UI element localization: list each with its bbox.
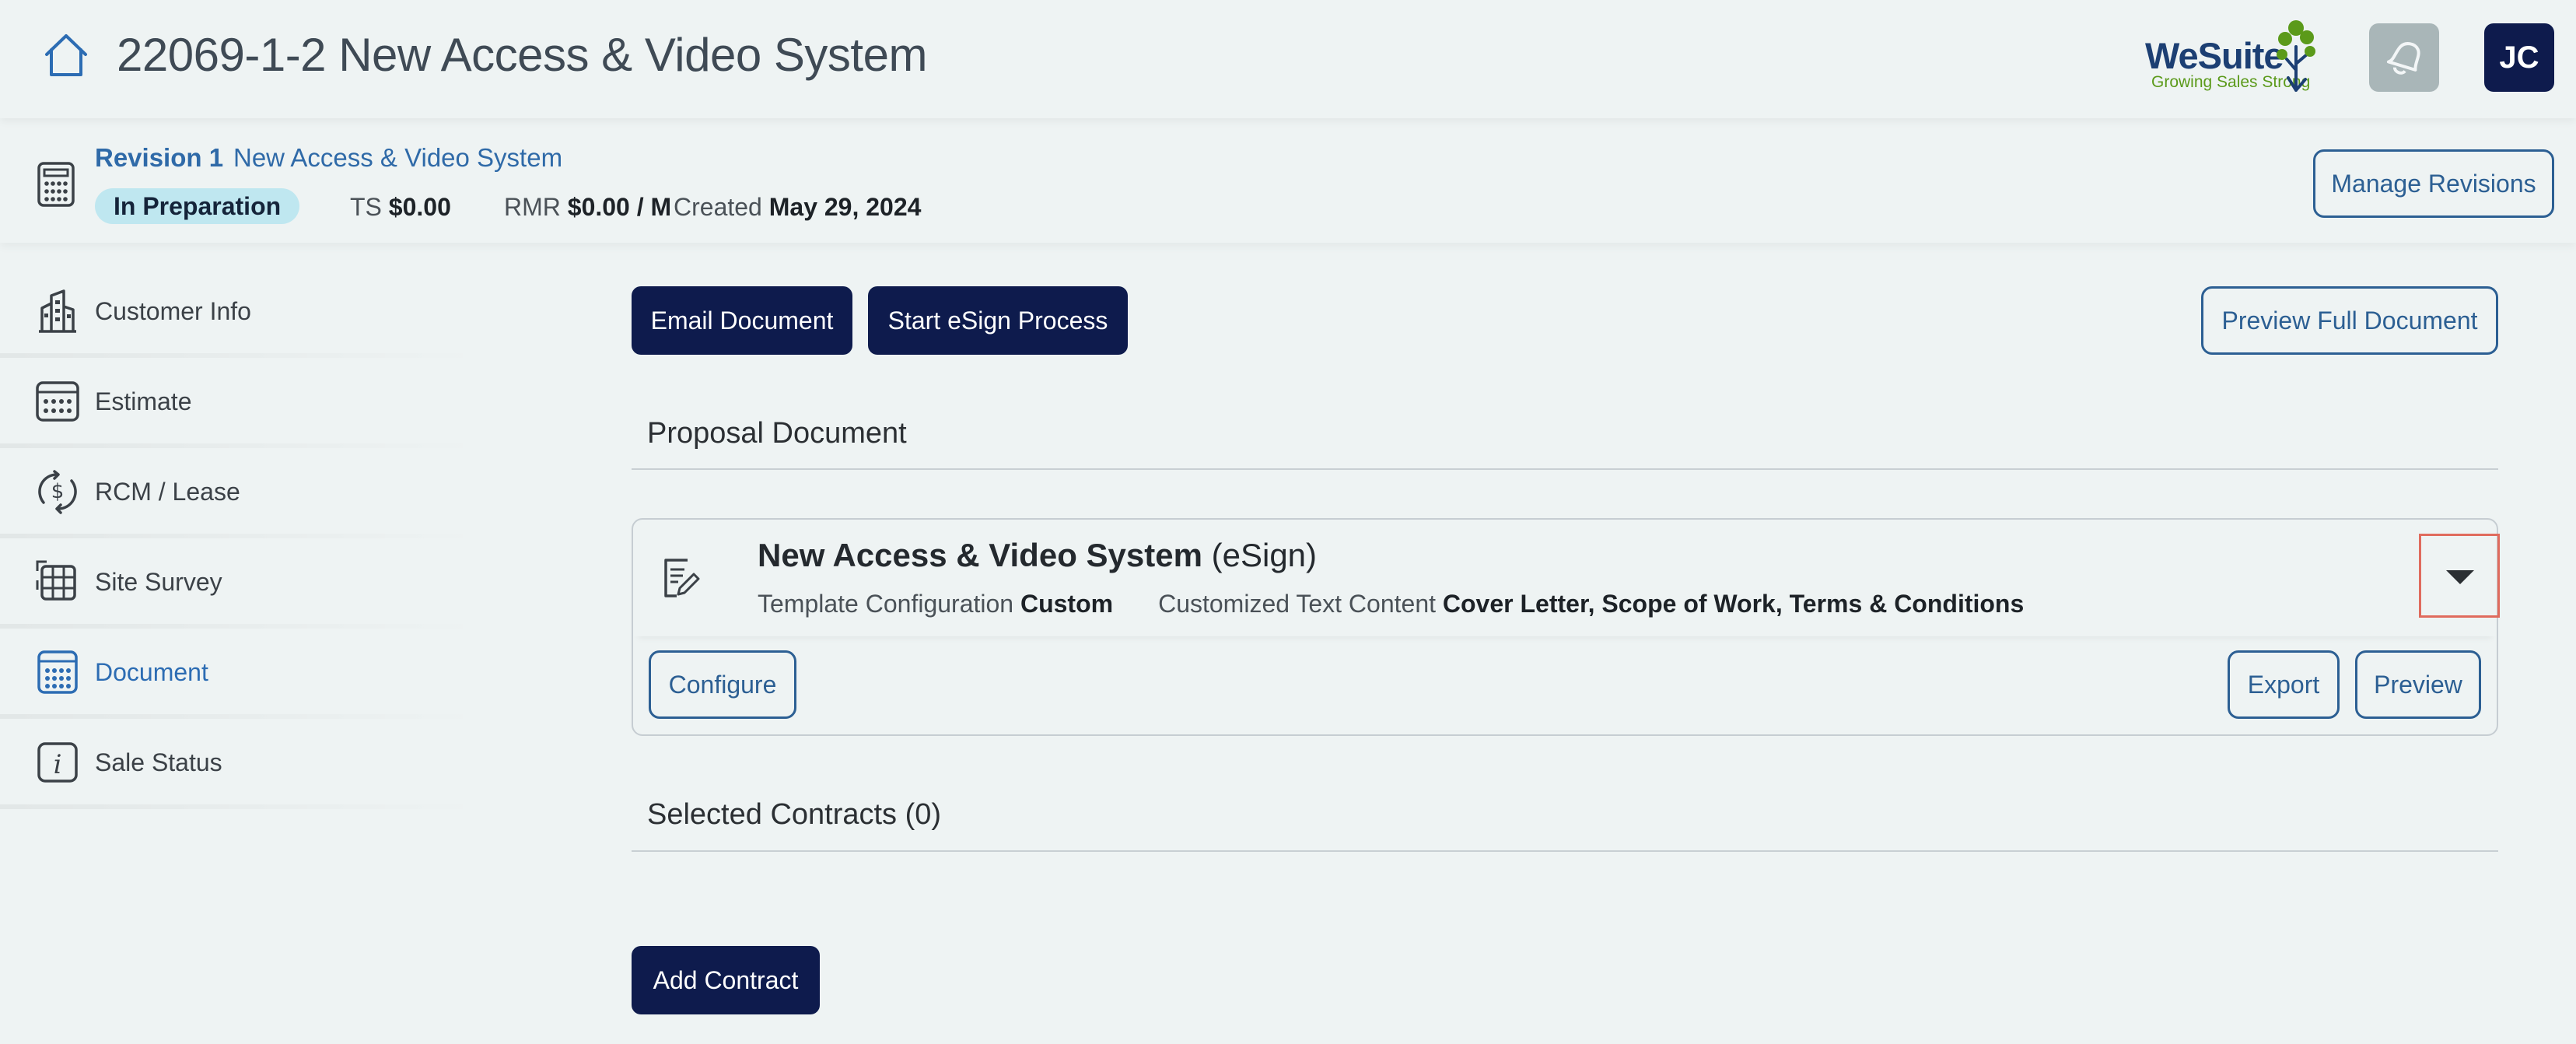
- document-name: New Access & Video System (eSign): [758, 537, 1318, 573]
- sidebar-item-label: Customer Info: [95, 297, 251, 325]
- grid-icon: [34, 559, 81, 605]
- add-contract-button[interactable]: Add Contract: [632, 946, 820, 1014]
- sidebar-item-site-survey[interactable]: Site Survey: [0, 538, 482, 629]
- user-avatar[interactable]: JC: [2484, 23, 2554, 92]
- export-button[interactable]: Export: [2228, 650, 2340, 719]
- calculator-icon: [34, 378, 81, 425]
- document-icon: [34, 649, 81, 695]
- expand-toggle[interactable]: [2419, 534, 2500, 618]
- info-icon: i: [34, 739, 81, 786]
- sidebar-item-label: RCM / Lease: [95, 478, 240, 506]
- document-meta: Template Configuration Custom Customized …: [758, 590, 2025, 618]
- page-title: 22069-1-2 New Access & Video System: [117, 29, 927, 81]
- preview-full-document-button[interactable]: Preview Full Document: [2201, 286, 2498, 355]
- notifications-button[interactable]: [2369, 23, 2439, 92]
- status-badge: In Preparation: [95, 188, 300, 224]
- home-icon[interactable]: [42, 31, 90, 79]
- document-edit-icon: [658, 554, 705, 601]
- bell-icon: [2386, 42, 2420, 75]
- sidebar-item-label: Estimate: [95, 387, 192, 415]
- preview-button[interactable]: Preview: [2355, 650, 2481, 719]
- email-document-button[interactable]: Email Document: [632, 286, 852, 355]
- rmr-total: RMR $0.00 / M: [504, 193, 672, 221]
- building-icon: [34, 288, 81, 335]
- revision-bar: [0, 118, 2576, 243]
- section-divider: [632, 850, 2498, 852]
- sidebar-item-label: Document: [95, 658, 208, 686]
- sidebar-item-customer-info[interactable]: Customer Info: [0, 268, 482, 358]
- manage-revisions-button[interactable]: Manage Revisions: [2313, 149, 2554, 218]
- section-divider: [632, 468, 2498, 470]
- sidebar-item-label: Sale Status: [95, 748, 222, 776]
- revision-label: Revision 1: [95, 143, 224, 172]
- wesuite-logo: WeSuite Growing Sales Strong: [2139, 14, 2318, 95]
- contracts-section-title: Selected Contracts (0): [647, 798, 942, 831]
- caret-down-icon: [2446, 570, 2474, 584]
- sidebar-item-document[interactable]: Document: [0, 629, 482, 719]
- logo-wordmark: WeSuite: [2145, 35, 2284, 76]
- calculator-doc-icon: [36, 160, 76, 208]
- created-date: Created May 29, 2024: [674, 193, 922, 221]
- sidebar-item-label: Site Survey: [95, 568, 222, 596]
- svg-text:$: $: [51, 480, 65, 503]
- sidebar-item-estimate[interactable]: Estimate: [0, 358, 482, 448]
- proposal-section-title: Proposal Document: [647, 417, 907, 450]
- configure-button[interactable]: Configure: [649, 650, 796, 719]
- ts-total: TS $0.00: [350, 193, 451, 221]
- start-esign-button[interactable]: Start eSign Process: [868, 286, 1128, 355]
- svg-text:i: i: [54, 749, 62, 780]
- revision-name-link[interactable]: New Access & Video System: [233, 143, 562, 173]
- tree-icon: [2277, 20, 2315, 92]
- sidebar-item-rcm-lease[interactable]: $ RCM / Lease: [0, 448, 482, 538]
- sidebar-item-sale-status[interactable]: i Sale Status: [0, 719, 482, 809]
- dollar-cycle-icon: $: [34, 468, 81, 515]
